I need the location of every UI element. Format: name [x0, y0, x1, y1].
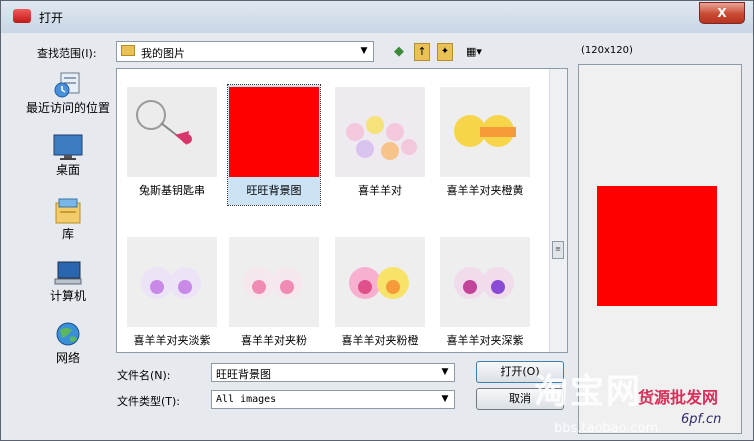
place-label: 桌面 [55, 163, 80, 177]
watermark-logo: 淘宝网 [534, 372, 642, 412]
lookin-value: 我的图片 [141, 47, 185, 60]
file-name: 旺旺背景图 [246, 184, 302, 197]
thumbnail [127, 87, 217, 177]
app-icon [13, 9, 31, 23]
watermark-text: 货源批发网 [638, 388, 719, 407]
file-item[interactable]: 喜羊羊对夹粉 [228, 235, 320, 352]
file-name: 喜羊羊对夹粉 [241, 334, 307, 347]
watermark-url: bbs.taobao.com [554, 421, 659, 436]
file-item[interactable]: 喜羊羊对夹橙黄 [439, 85, 531, 205]
place-recent[interactable]: 最近访问的位置 [25, 71, 111, 116]
file-item[interactable]: 喜羊羊对夹淡紫 [126, 235, 218, 352]
file-name: 喜羊羊对夹淡紫 [133, 334, 211, 347]
filetype-value: All images [216, 394, 277, 405]
up-folder-icon[interactable]: ↑ [414, 43, 430, 61]
vertical-scrollbar[interactable]: ≡ [549, 69, 567, 352]
file-item[interactable]: 喜羊羊对夹粉橙 [334, 235, 426, 352]
place-computer[interactable]: 计算机 [25, 259, 111, 304]
preview-image [597, 186, 717, 306]
file-item[interactable]: 喜羊羊对 [334, 85, 426, 205]
computer-icon [52, 259, 84, 287]
watermark-site: 6pf.cn [681, 412, 722, 427]
filename-field[interactable]: 旺旺背景图 ▼ [211, 363, 455, 382]
close-button[interactable]: X [699, 2, 745, 24]
file-list[interactable]: 兔斯基钥匙串 旺旺背景图 喜羊羊对 喜羊羊对夹橙黄 喜羊羊对夹淡紫 喜羊羊对夹粉… [116, 68, 568, 353]
folder-icon [121, 45, 135, 56]
place-network[interactable]: 网络 [25, 321, 111, 366]
file-item[interactable]: 兔斯基钥匙串 [126, 85, 218, 205]
library-icon [52, 197, 84, 225]
file-name: 喜羊羊对夹深紫 [446, 334, 524, 347]
dialog-title: 打开 [39, 11, 64, 25]
chevron-down-icon[interactable]: ▼ [357, 44, 371, 59]
places-bar: 最近访问的位置 桌面 库 计算机 网络 [25, 65, 111, 391]
title-bar[interactable]: 打开 X [1, 1, 753, 33]
thumbnail [229, 237, 319, 327]
file-item[interactable]: 喜羊羊对夹深紫 [439, 235, 531, 352]
file-name: 喜羊羊对 [358, 184, 402, 197]
lookin-label: 查找范围(I): [37, 47, 97, 60]
preview-size-label: (120x120) [581, 45, 633, 56]
thumbnail [440, 237, 530, 327]
thumbnail [127, 237, 217, 327]
place-label: 网络 [55, 351, 80, 365]
place-label: 计算机 [49, 289, 86, 303]
chevron-down-icon[interactable]: ▼ [438, 365, 452, 380]
place-label: 库 [61, 227, 74, 241]
filetype-select[interactable]: All images ▼ [211, 390, 455, 409]
place-desktop[interactable]: 桌面 [25, 133, 111, 178]
view-menu-icon[interactable]: ▦▾ [460, 43, 488, 61]
lookin-dropdown[interactable]: 我的图片 ▼ [116, 41, 374, 62]
place-library[interactable]: 库 [25, 197, 111, 242]
filename-label: 文件名(N): [117, 369, 171, 382]
thumbnail [335, 87, 425, 177]
filetype-label: 文件类型(T): [117, 395, 181, 408]
file-name: 喜羊羊对夹橙黄 [446, 184, 524, 197]
chevron-down-icon[interactable]: ▼ [438, 392, 452, 407]
recent-places-icon [52, 71, 84, 99]
file-name: 兔斯基钥匙串 [139, 184, 205, 197]
thumbnail [229, 87, 319, 177]
file-item-selected[interactable]: 旺旺背景图 [227, 84, 321, 206]
new-folder-icon[interactable]: ✦ [437, 43, 453, 61]
place-label: 最近访问的位置 [25, 101, 110, 115]
thumbnail [440, 87, 530, 177]
thumbnail [335, 237, 425, 327]
back-icon[interactable]: ◆ [392, 43, 406, 61]
file-name: 喜羊羊对夹粉橙 [341, 334, 419, 347]
network-icon [52, 321, 84, 349]
open-file-dialog: 打开 X 查找范围(I): 我的图片 ▼ ◆ ↑ ✦ ▦▾ 最近访问的位置 桌面… [0, 0, 754, 441]
filename-value: 旺旺背景图 [216, 368, 271, 381]
scroll-thumb[interactable]: ≡ [552, 241, 564, 259]
desktop-icon [52, 133, 84, 161]
